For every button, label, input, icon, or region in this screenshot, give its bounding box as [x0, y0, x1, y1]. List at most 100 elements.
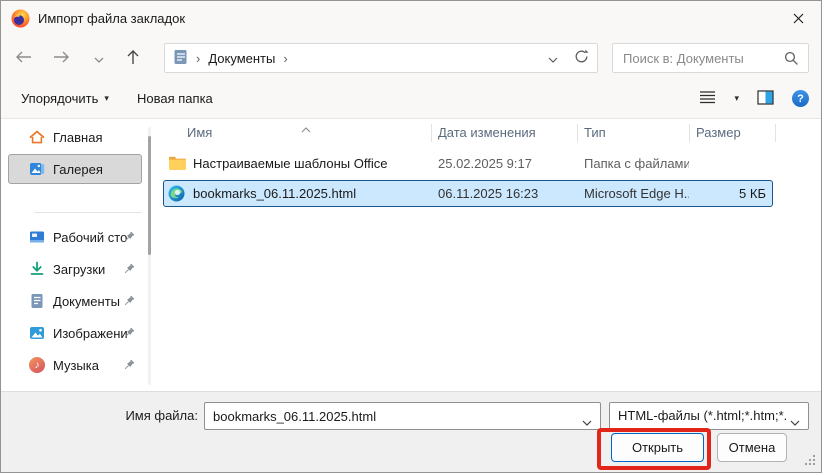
- pin-icon[interactable]: [121, 230, 136, 245]
- help-button[interactable]: ?: [790, 88, 811, 109]
- column-divider: [775, 124, 776, 142]
- documents-location-icon: [173, 49, 188, 68]
- scrollbar-thumb[interactable]: [148, 136, 151, 255]
- window-title: Импорт файла закладок: [38, 11, 186, 26]
- pin-icon[interactable]: [121, 294, 136, 309]
- filename-label: Имя файла:: [125, 408, 198, 423]
- caret-down-icon: ▾: [104, 93, 109, 103]
- main-area: Главная Галерея Рабочий сто Загрузки Док…: [1, 119, 821, 391]
- file-name: Настраиваемые шаблоны Office: [193, 156, 388, 171]
- sidebar-item-pictures[interactable]: Изображени: [8, 318, 142, 348]
- pin-icon[interactable]: [121, 358, 136, 373]
- breadcrumb-documents[interactable]: Документы: [208, 51, 275, 66]
- downloads-icon: [29, 261, 45, 277]
- search-icon: [784, 51, 799, 69]
- column-header-date[interactable]: Дата изменения: [438, 119, 536, 147]
- search-box: [612, 43, 809, 73]
- view-mode-dropdown[interactable]: ▾: [732, 91, 741, 106]
- column-header-size[interactable]: Размер: [696, 119, 741, 147]
- pin-icon[interactable]: [121, 326, 136, 341]
- list-view-icon: [699, 90, 716, 107]
- organize-button[interactable]: Упорядочить ▾: [15, 79, 115, 118]
- column-headers: Имя Дата изменения Тип Размер: [161, 119, 821, 147]
- file-row-office-templates[interactable]: Настраиваемые шаблоны Office 25.02.2025 …: [161, 149, 801, 179]
- open-button[interactable]: Открыть: [611, 433, 704, 462]
- breadcrumb-separator: ›: [196, 50, 201, 66]
- title-bar: Импорт файла закладок: [1, 1, 821, 37]
- arrow-left-icon: [15, 50, 32, 67]
- dialog-footer: Имя файла: HTML-файлы (*.html;*.htm;*.s …: [1, 391, 821, 472]
- organize-label: Упорядочить: [21, 91, 99, 106]
- resize-grip[interactable]: [805, 454, 816, 469]
- filetype-dropdown[interactable]: HTML-файлы (*.html;*.htm;*.s: [609, 402, 809, 430]
- column-divider: [431, 124, 432, 142]
- column-header-type[interactable]: Тип: [584, 119, 606, 147]
- file-size: 5 КБ: [739, 186, 766, 201]
- home-icon: [29, 129, 45, 145]
- file-type: Папка с файлами: [584, 156, 689, 171]
- column-divider: [577, 124, 578, 142]
- up-button[interactable]: [118, 43, 148, 73]
- address-dropdown-icon[interactable]: [548, 51, 558, 66]
- filename-combobox: [204, 402, 601, 430]
- sidebar-item-videos-partial[interactable]: [8, 382, 142, 391]
- help-icon: ?: [792, 90, 809, 107]
- new-folder-button[interactable]: Новая папка: [131, 79, 219, 118]
- sidebar-item-label: Галерея: [53, 161, 103, 177]
- cancel-button[interactable]: Отмена: [717, 433, 787, 462]
- sort-ascending-icon: [301, 121, 311, 136]
- sidebar-separator: [1, 186, 145, 222]
- file-list: Имя Дата изменения Тип Размер Настраивае…: [161, 119, 821, 391]
- pictures-icon: [29, 325, 45, 341]
- folder-icon: [168, 155, 187, 173]
- sidebar-item-label: Главная: [53, 129, 103, 145]
- file-row-bookmarks-selected[interactable]: bookmarks_06.11.2025.html 06.11.2025 16:…: [161, 179, 801, 209]
- import-bookmarks-dialog: Импорт файла закладок › Документы › Поис…: [0, 0, 822, 473]
- sidebar-item-gallery[interactable]: Галерея: [8, 154, 142, 184]
- sidebar-item-label: Загрузки: [53, 261, 106, 277]
- firefox-icon: [11, 9, 30, 28]
- search-input[interactable]: [613, 44, 808, 72]
- navigation-bar: › Документы ›: [1, 37, 821, 79]
- file-type: Microsoft Edge H...: [584, 186, 689, 201]
- preview-pane-button[interactable]: [755, 88, 776, 110]
- refresh-icon[interactable]: [574, 49, 589, 67]
- sidebar-item-label: Музыка: [53, 357, 99, 373]
- sidebar-item-label: Документы: [53, 293, 121, 309]
- filename-input[interactable]: [205, 403, 600, 429]
- pin-icon[interactable]: [121, 262, 136, 277]
- new-folder-label: Новая папка: [137, 91, 213, 106]
- forward-button[interactable]: [46, 43, 76, 73]
- sidebar-scrollbar: [148, 127, 151, 385]
- sidebar-item-documents[interactable]: Документы: [8, 286, 142, 316]
- file-date: 25.02.2025 9:17: [438, 156, 532, 171]
- recent-locations-button[interactable]: [84, 43, 114, 73]
- filetype-value: HTML-файлы (*.html;*.htm;*.s: [618, 408, 786, 423]
- navigation-pane: Главная Галерея Рабочий сто Загрузки Док…: [1, 119, 145, 391]
- address-bar[interactable]: › Документы ›: [164, 43, 598, 73]
- command-toolbar: Упорядочить ▾ Новая папка ▾ ?: [1, 79, 821, 119]
- edge-icon: [168, 185, 185, 203]
- close-icon: [793, 12, 804, 27]
- music-icon: ♪: [29, 357, 45, 373]
- sidebar-item-home[interactable]: Главная: [8, 122, 142, 152]
- desktop-icon: [29, 229, 45, 245]
- sidebar-item-label: Рабочий сто: [53, 229, 128, 245]
- caret-down-icon: ▾: [734, 93, 739, 103]
- sidebar-item-music[interactable]: ♪ Музыка: [8, 350, 142, 380]
- arrow-right-icon: [53, 50, 70, 67]
- close-button[interactable]: [775, 1, 821, 37]
- chevron-down-icon[interactable]: [582, 414, 592, 429]
- arrow-up-icon: [126, 49, 140, 68]
- file-name: bookmarks_06.11.2025.html: [193, 186, 357, 201]
- gallery-icon: [29, 161, 45, 177]
- back-button[interactable]: [8, 43, 38, 73]
- sidebar-item-downloads[interactable]: Загрузки: [8, 254, 142, 284]
- column-header-name[interactable]: Имя: [187, 119, 212, 147]
- view-mode-button[interactable]: [697, 88, 718, 109]
- chevron-down-icon: [790, 414, 800, 429]
- column-divider: [689, 124, 690, 142]
- sidebar-item-label: Изображени: [53, 325, 128, 341]
- sidebar-item-desktop[interactable]: Рабочий сто: [8, 222, 142, 252]
- documents-icon: [29, 293, 45, 309]
